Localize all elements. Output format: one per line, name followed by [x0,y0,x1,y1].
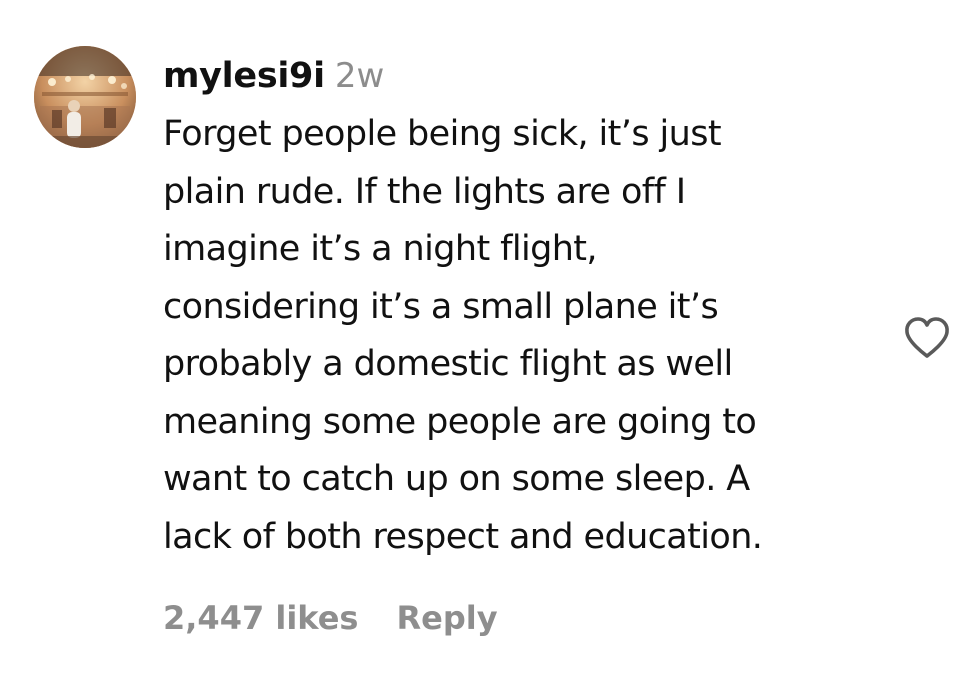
timestamp[interactable]: 2w [335,56,384,96]
comment-header: mylesi9i 2w [163,50,873,102]
like-button[interactable] [902,314,952,360]
comment-item: mylesi9i 2w Forget people being sick, it’… [0,0,980,682]
comment-text-line: plain rude. If the lights are off I [163,171,686,212]
comment-text-line: meaning some people are going to [163,401,757,442]
likes-count[interactable]: 2,447 likes [163,596,358,640]
comment-footer: 2,447 likes Reply [163,596,498,640]
comment-text-line: Forget people being sick, it’s just [163,114,722,154]
username[interactable]: mylesi9i [163,56,325,96]
comment-text: Forget people being sick, it’s just plai… [163,106,873,566]
avatar-photo [34,46,136,148]
comment-body: mylesi9i 2w Forget people being sick, it’… [163,50,873,566]
comment-text-line: probably a domestic flight as well [163,344,733,384]
reply-button[interactable]: Reply [396,596,497,640]
comment-text-line: considering it’s a small plane it’s [163,286,719,327]
comment-text-line: want to catch up on some sleep. A [163,459,750,499]
comment-text-line: imagine it’s a night flight, [163,229,598,269]
heart-outline-icon [905,317,949,358]
comment-text-line: lack of both respect and education. [163,516,763,557]
avatar[interactable] [34,46,136,148]
